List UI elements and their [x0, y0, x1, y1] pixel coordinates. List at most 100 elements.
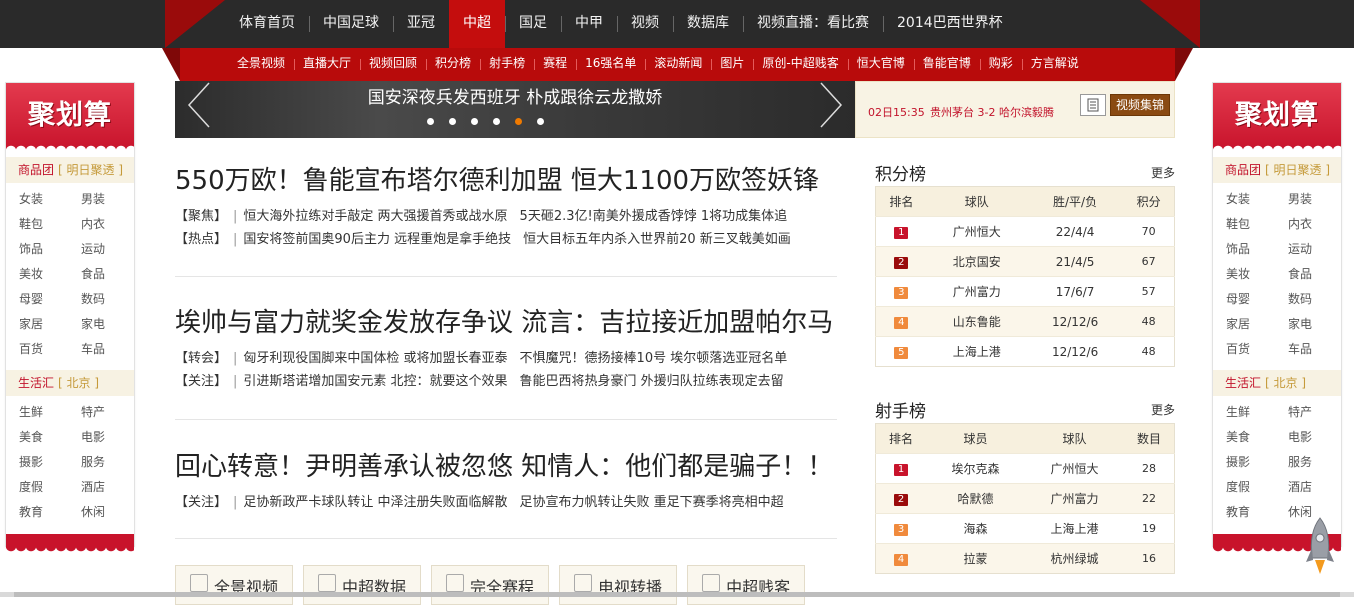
sub-nav-item[interactable]: 积分榜	[426, 48, 480, 81]
category-link[interactable]: 家电	[81, 312, 143, 337]
scorers-more-link[interactable]: 更多	[1151, 401, 1175, 418]
category-link[interactable]: 饰品	[1226, 237, 1288, 262]
news-link[interactable]: 不惧魔咒！德扬接棒10号 埃尔顿落选亚冠名单	[520, 351, 788, 366]
slider-dot[interactable]	[492, 118, 500, 125]
category-sub[interactable]: [ 明日聚透 ]	[1265, 163, 1330, 177]
quick-link-button[interactable]: 全景视频	[175, 565, 294, 605]
quick-link-button[interactable]: 中超数据	[303, 565, 422, 605]
table-row[interactable]: 4 拉蒙 杭州绿城 16	[875, 543, 1175, 574]
table-row[interactable]: 5 上海上港 12/12/6 48	[875, 336, 1175, 367]
juhuasuan-banner-left[interactable]: 聚划算 商品团 [ 明日聚透 ] 女装 男装 鞋包 内衣 饰品 运动 美妆 食品 母婴 数码 家居 家电 百货…	[5, 82, 135, 552]
category-link[interactable]: 特产	[1288, 400, 1350, 425]
sub-nav-item[interactable]: 图片	[711, 48, 753, 81]
nav-item[interactable]: 视频	[617, 0, 673, 48]
nav-item[interactable]: 中甲	[561, 0, 617, 48]
nav-item[interactable]: 体育首页	[225, 0, 309, 48]
news-link[interactable]: 恒大海外拉练对手敲定 两大强援首秀或战水原	[243, 209, 507, 224]
category-link[interactable]: 美妆	[1226, 262, 1288, 287]
category-link[interactable]: 生鲜	[19, 400, 81, 425]
category-link[interactable]: 度假	[19, 475, 81, 500]
sub-nav-item[interactable]: 16强名单	[576, 48, 645, 81]
category-link[interactable]: 百货	[19, 337, 81, 362]
news-link[interactable]: 足协新政严卡球队转让 中泽注册失败面临解散	[243, 495, 507, 510]
table-row[interactable]: 3 海森 上海上港 19	[875, 513, 1175, 544]
row-tag[interactable]: 【聚焦】	[175, 209, 227, 224]
category-link[interactable]: 美食	[1226, 425, 1288, 450]
news-link[interactable]: 引进斯塔诺增加国安元素 北控：就要这个效果	[243, 374, 507, 389]
sub-nav-item[interactable]: 鲁能官博	[913, 48, 980, 81]
category-link[interactable]: 电影	[1288, 425, 1350, 450]
quick-link-button[interactable]: 电视转播	[559, 565, 678, 605]
story-headline[interactable]: 550万欧！鲁能宣布塔尔德利加盟 恒大1100万欧签妖锋	[175, 160, 841, 197]
category-sub[interactable]: [ 北京 ]	[1265, 376, 1306, 390]
category-link[interactable]: 内衣	[81, 212, 143, 237]
nav-item[interactable]: 中超	[449, 0, 505, 48]
slider-dot[interactable]	[448, 118, 456, 125]
sub-nav-item[interactable]: 恒大官博	[847, 48, 914, 81]
category-link[interactable]: 生鲜	[1226, 400, 1288, 425]
category-link[interactable]: 车品	[1288, 337, 1350, 362]
category-link[interactable]: 度假	[1226, 475, 1288, 500]
category-link[interactable]: 服务	[81, 450, 143, 475]
sub-nav-item[interactable]: 视频回顾	[360, 48, 426, 81]
news-link[interactable]: 国安将签前国奥90后主力 远程重炮是拿手绝技	[243, 232, 511, 247]
video-highlights-button[interactable]: 视频集锦	[1110, 94, 1171, 116]
category-sub[interactable]: [ 明日聚透 ]	[58, 163, 123, 177]
nav-item[interactable]: 视频直播：看比赛	[743, 0, 883, 48]
table-row[interactable]: 2 哈默德 广州富力 22	[875, 483, 1175, 514]
slider-dot[interactable]	[470, 118, 478, 125]
sub-nav-item[interactable]: 滚动新闻	[645, 48, 711, 81]
category-link[interactable]: 母婴	[19, 287, 81, 312]
nav-item[interactable]: 数据库	[673, 0, 743, 48]
category-link[interactable]: 休闲	[81, 500, 143, 525]
table-row[interactable]: 2 北京国安 21/4/5 67	[875, 246, 1175, 277]
category-link[interactable]: 教育	[19, 500, 81, 525]
category-link[interactable]: 食品	[81, 262, 143, 287]
category-link[interactable]: 美食	[19, 425, 81, 450]
table-row[interactable]: 3 广州富力 17/6/7 57	[875, 276, 1175, 307]
category-link[interactable]: 家电	[1288, 312, 1350, 337]
category-link[interactable]: 食品	[1288, 262, 1350, 287]
sub-nav-item[interactable]: 赛程	[534, 48, 576, 81]
category-link[interactable]: 数码	[81, 287, 143, 312]
category-link[interactable]: 鞋包	[19, 212, 81, 237]
category-link[interactable]: 数码	[1288, 287, 1350, 312]
category-link[interactable]: 饰品	[19, 237, 81, 262]
category-link[interactable]: 运动	[1288, 237, 1350, 262]
news-link[interactable]: 足协宣布力帆转让失败 重足下赛季将亮相中超	[520, 495, 784, 510]
nav-item[interactable]: 中国足球	[309, 0, 393, 48]
row-tag[interactable]: 【关注】	[175, 495, 227, 510]
sub-nav-item[interactable]: 射手榜	[480, 48, 534, 81]
category-link[interactable]: 车品	[81, 337, 143, 362]
news-link[interactable]: 鲁能巴西将热身豪门 外援归队拉练表现定去留	[520, 374, 784, 389]
slider-dot[interactable]	[536, 118, 544, 125]
category-link[interactable]: 男装	[81, 187, 143, 212]
category-link[interactable]: 服务	[1288, 450, 1350, 475]
category-link[interactable]: 酒店	[81, 475, 143, 500]
category-link[interactable]: 百货	[1226, 337, 1288, 362]
category-sub[interactable]: [ 北京 ]	[58, 376, 99, 390]
category-link[interactable]: 家居	[1226, 312, 1288, 337]
standings-more-link[interactable]: 更多	[1151, 164, 1175, 181]
table-row[interactable]: 1 广州恒大 22/4/4 70	[875, 216, 1175, 247]
category-link[interactable]: 家居	[19, 312, 81, 337]
category-link[interactable]: 酒店	[1288, 475, 1350, 500]
juhuasuan-banner-right[interactable]: 聚划算 商品团 [ 明日聚透 ] 女装 男装 鞋包 内衣 饰品 运动 美妆 食品 母婴 数码 家居 家电 百货…	[1212, 82, 1342, 552]
quick-link-button[interactable]: 中超贱客	[687, 565, 806, 605]
story-headline[interactable]: 回心转意！尹明善承认被忽悠 知情人：他们都是骗子！！	[175, 446, 841, 483]
sub-nav-item[interactable]: 全景视频	[228, 48, 294, 81]
sub-nav-item[interactable]: 购彩	[979, 48, 1022, 81]
quick-link-button[interactable]: 完全赛程	[431, 565, 550, 605]
category-link[interactable]: 运动	[81, 237, 143, 262]
category-name[interactable]: 生活汇	[1225, 376, 1261, 390]
category-link[interactable]: 摄影	[19, 450, 81, 475]
match-result-link[interactable]: 贵州茅台 3-2 哈尔滨毅腾	[930, 104, 1054, 120]
slider-caption[interactable]: 国安深夜兵发西班牙 朴成跟徐云龙撒娇	[175, 83, 855, 108]
sub-nav-item[interactable]: 方言解说	[1021, 48, 1088, 81]
category-link[interactable]: 女装	[1226, 187, 1288, 212]
category-link[interactable]: 母婴	[1226, 287, 1288, 312]
category-link[interactable]: 鞋包	[1226, 212, 1288, 237]
horizontal-scrollbar[interactable]	[0, 592, 1354, 597]
nav-item[interactable]: 亚冠	[393, 0, 449, 48]
category-link[interactable]: 男装	[1288, 187, 1350, 212]
